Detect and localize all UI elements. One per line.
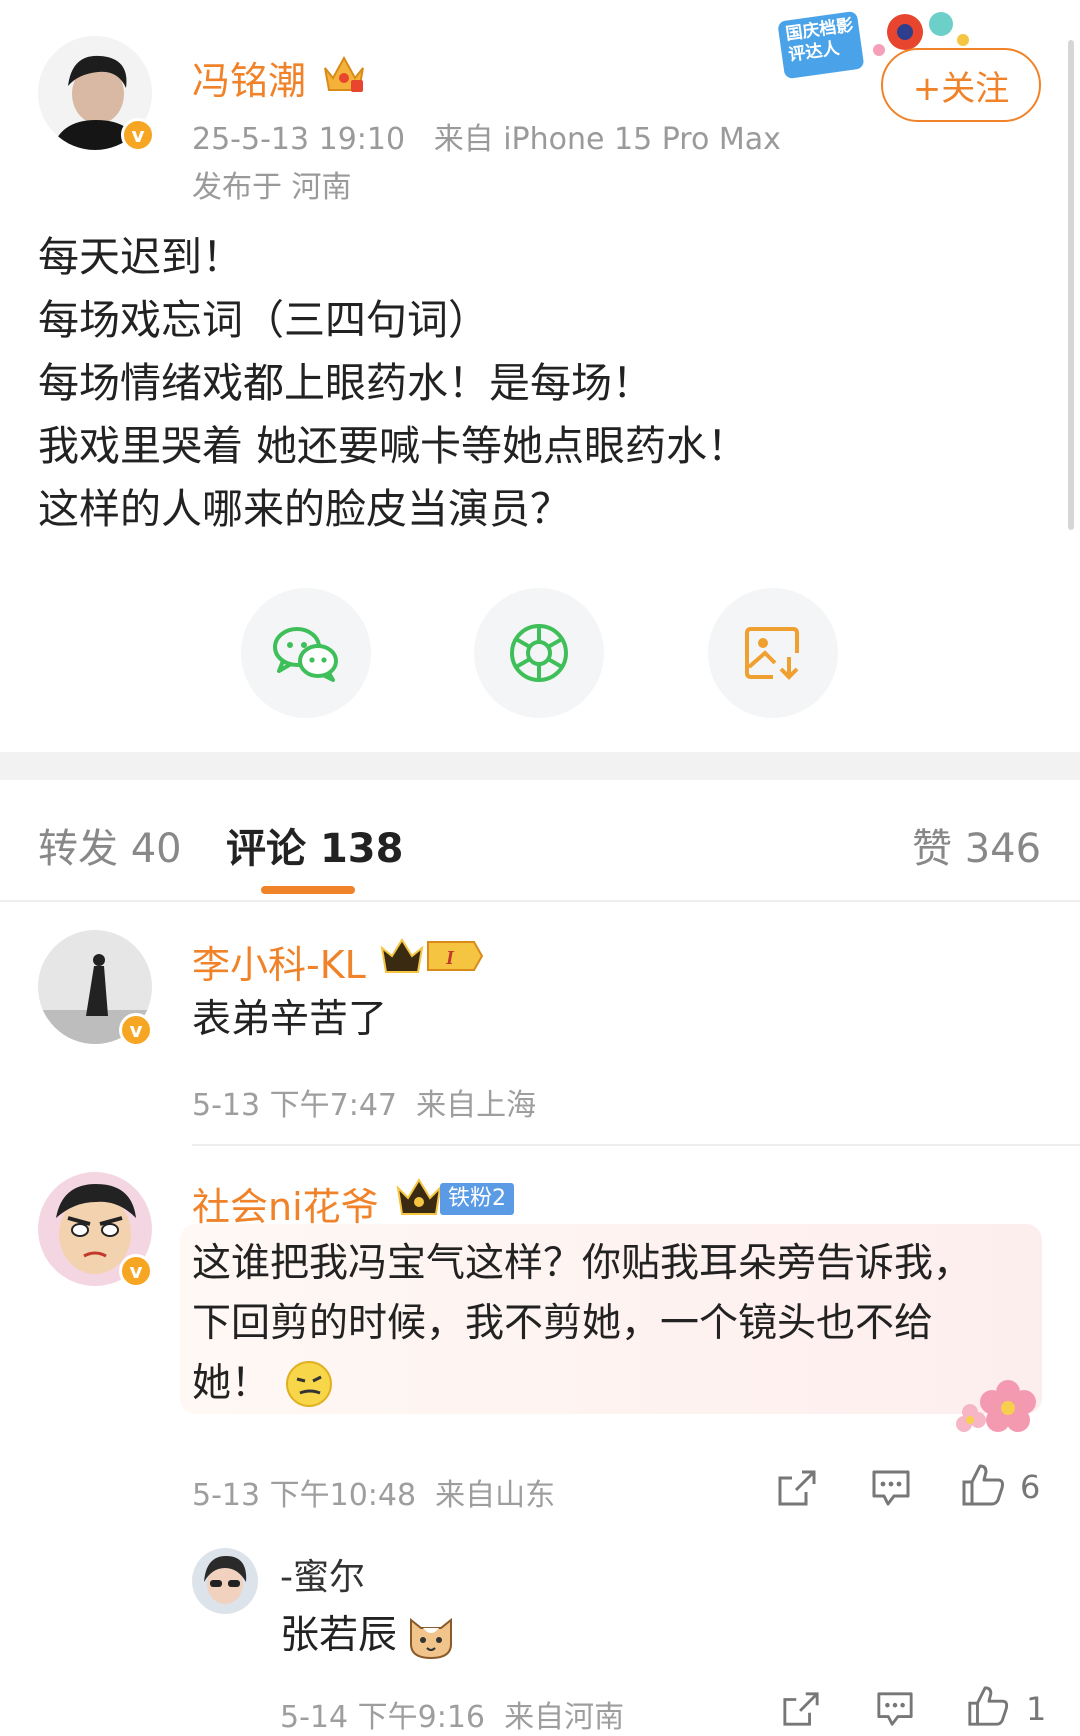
reply-text: 张若辰 <box>280 1606 457 1666</box>
post-content: 每天迟到！ 每场戏忘词（三四句词） 每场情绪戏都上眼药水！是每场！ 我戏里哭着 … <box>38 226 748 541</box>
reply-meta: 5-14 下午9:16 来自河南 <box>280 1700 625 1735</box>
save-image-button[interactable] <box>708 588 838 718</box>
post-line: 我戏里哭着 她还要喊卡等她点眼药水！ <box>38 422 749 470</box>
member-level-badge: I <box>380 938 484 974</box>
commenter-name[interactable]: 李小科-KL <box>192 934 366 989</box>
comment-text: 表弟辛苦了 <box>192 997 388 1042</box>
comment-icon[interactable] <box>870 1468 912 1508</box>
verified-badge-icon: v <box>119 1254 153 1288</box>
follow-button[interactable]: +关注 <box>881 48 1041 122</box>
commenter-name[interactable]: 社会ni花爷 <box>192 1176 379 1231</box>
comment-text: 这谁把我冯宝气这样？你贴我耳朵旁告诉我， 下回剪的时候，我不剪她，一个镜头也不给… <box>192 1234 972 1414</box>
reply-username[interactable]: -蜜尔 <box>280 1548 365 1600</box>
share-icon[interactable] <box>780 1690 822 1728</box>
like-icon[interactable] <box>960 1462 1006 1508</box>
comment-meta: 5-13 下午7:47 来自上海 <box>192 1088 537 1123</box>
tab-likes[interactable]: 赞 346 <box>912 816 1041 874</box>
like-icon[interactable] <box>966 1684 1010 1728</box>
verified-badge-icon: v <box>121 118 155 152</box>
fan-level-badge: 铁粉2 <box>440 1183 514 1215</box>
verified-badge-icon: v <box>119 1013 153 1047</box>
share-icon[interactable] <box>776 1468 818 1508</box>
comment-divider <box>192 1144 1080 1146</box>
post-line: 每场情绪戏都上眼药水！是每场！ <box>38 359 653 407</box>
save-image-icon <box>745 627 799 680</box>
scrollbar[interactable] <box>1068 40 1074 530</box>
post-location: 发布于 河南 <box>192 170 352 205</box>
comment-line: 她！ <box>192 1354 972 1414</box>
cat-emoji-icon <box>410 1617 453 1660</box>
comment-meta: 5-13 下午10:48 来自山东 <box>192 1478 556 1513</box>
like-count: 1 <box>1026 1690 1047 1728</box>
comment-icon[interactable] <box>874 1690 916 1728</box>
share-moments-button[interactable] <box>474 588 604 718</box>
comment-line: 这谁把我冯宝气这样？你贴我耳朵旁告诉我， <box>192 1241 973 1286</box>
section-divider <box>0 752 1080 780</box>
comment-line: 下回剪的时候，我不剪她，一个镜头也不给 <box>192 1301 934 1346</box>
tab-comments[interactable]: 评论 138 <box>226 816 403 874</box>
wechat-icon <box>273 627 338 682</box>
post-timestamp: 25-5-13 19:10 来自 iPhone 15 Pro Max <box>192 122 781 157</box>
share-wechat-button[interactable] <box>241 588 371 718</box>
author-name[interactable]: 冯铭潮 <box>192 50 306 105</box>
active-tab-indicator <box>261 886 355 894</box>
member-crown-icon <box>396 1178 442 1222</box>
vip-crown-icon <box>321 52 367 98</box>
moments-icon <box>510 624 568 682</box>
post-line: 这样的人哪来的脸皮当演员？ <box>38 485 571 533</box>
post-line: 每场戏忘词（三四句词） <box>38 296 489 344</box>
like-count: 6 <box>1020 1468 1041 1506</box>
post-line: 每天迟到！ <box>38 233 243 281</box>
smirk-emoji-icon <box>286 1361 333 1407</box>
tab-repost[interactable]: 转发 40 <box>38 816 182 874</box>
flower-decoration-icon <box>952 1372 1042 1440</box>
svg-text:I: I <box>445 947 455 969</box>
reply-avatar[interactable] <box>192 1548 258 1614</box>
tabs-divider <box>0 900 1080 902</box>
